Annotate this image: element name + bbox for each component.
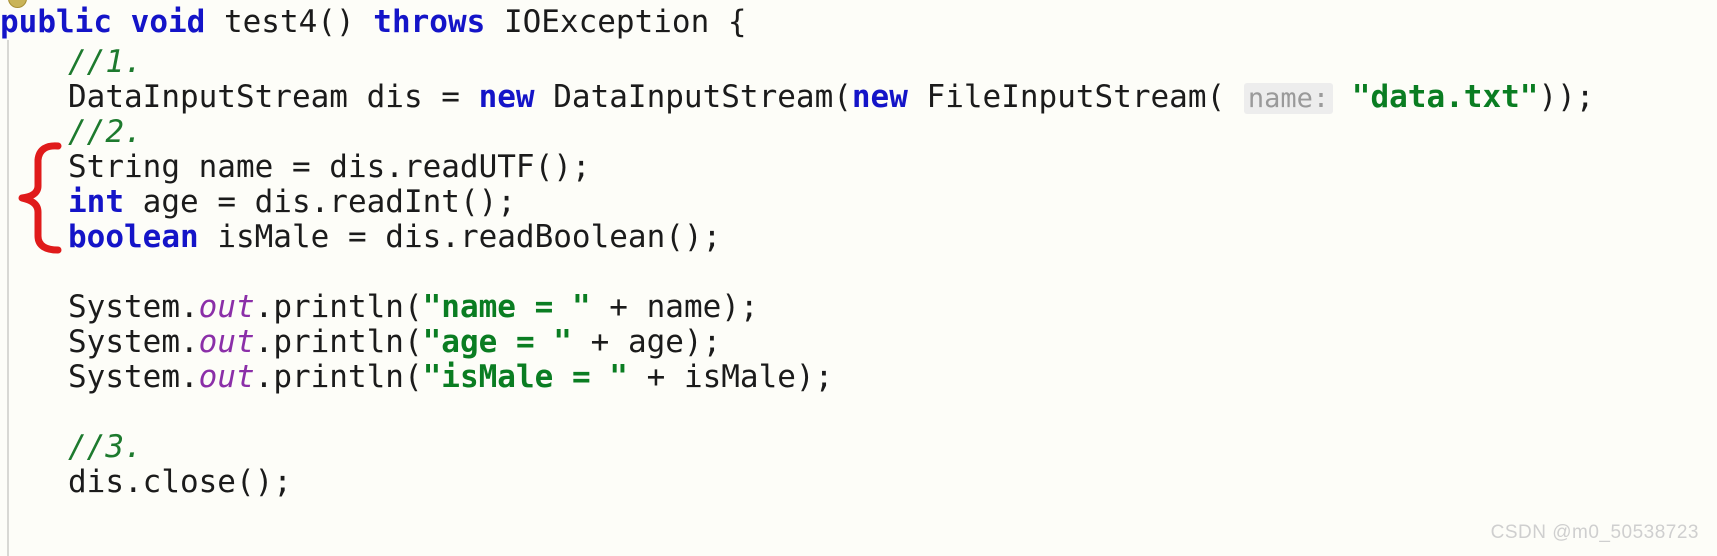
line-datainputstream-token-1: new (478, 79, 535, 115)
line-println-age[interactable]: System.out.println("age = " + age); (0, 324, 721, 360)
line-read-boolean-token-1: isMale = dis.readBoolean(); (198, 219, 722, 255)
line-close-token-0: dis.close(); (68, 464, 292, 500)
line-println-ismale-token-4: + isMale); (627, 359, 834, 395)
line-signature-token-4: test4() (223, 4, 374, 40)
line-signature[interactable]: public void test4() throws IOException { (0, 4, 747, 40)
code-editor-screenshot: public void test4() throws IOException {… (0, 0, 1717, 556)
line-comment-2[interactable]: //2. (0, 114, 143, 150)
line-println-ismale[interactable]: System.out.println("isMale = " + isMale)… (0, 359, 833, 395)
line-datainputstream-token-0: DataInputStream dis = (68, 79, 479, 115)
line-signature-token-1 (112, 4, 131, 40)
line-println-name-token-2: .println( (254, 289, 423, 325)
line-comment-1-token-0: //1. (68, 44, 143, 80)
line-read-int-token-0: int (68, 184, 124, 220)
line-datainputstream-token-5: name: (1243, 83, 1334, 114)
line-println-name-token-0: System. (68, 289, 199, 325)
line-datainputstream[interactable]: DataInputStream dis = new DataInputStrea… (0, 79, 1594, 117)
line-read-boolean[interactable]: boolean isMale = dis.readBoolean(); (0, 219, 721, 255)
line-println-ismale-token-1: out (198, 359, 255, 395)
line-datainputstream-token-6 (1333, 79, 1352, 115)
line-println-name-token-4: + name); (590, 289, 759, 325)
line-datainputstream-token-3: new (851, 79, 908, 115)
line-signature-token-2: void (130, 4, 206, 40)
line-datainputstream-token-4: FileInputStream( (907, 79, 1244, 115)
line-comment-2-token-0: //2. (68, 114, 143, 150)
line-read-int[interactable]: int age = dis.readInt(); (0, 184, 516, 220)
line-read-utf[interactable]: String name = dis.readUTF(); (0, 149, 591, 185)
line-println-name-token-1: out (198, 289, 255, 325)
line-println-ismale-token-0: System. (68, 359, 199, 395)
line-signature-token-5: throws (373, 4, 486, 40)
line-println-age-token-1: out (198, 324, 255, 360)
line-println-ismale-token-3: "isMale = " (422, 359, 628, 395)
line-read-utf-token-0: String name = dis.readUTF(); (68, 149, 591, 185)
line-println-age-token-0: System. (68, 324, 199, 360)
line-read-int-token-1: age = dis.readInt(); (124, 184, 516, 220)
line-close[interactable]: dis.close(); (0, 464, 292, 500)
line-datainputstream-token-8: )); (1538, 79, 1595, 115)
line-println-age-token-2: .println( (254, 324, 423, 360)
line-println-name-token-3: "name = " (422, 289, 591, 325)
line-signature-token-6: IOException { (485, 4, 747, 40)
line-comment-3[interactable]: //3. (0, 429, 143, 465)
line-comment-3-token-0: //3. (68, 429, 143, 465)
csdn-watermark: CSDN @m0_50538723 (1490, 522, 1699, 543)
line-signature-token-3 (205, 4, 224, 40)
line-datainputstream-token-7: "data.txt" (1351, 79, 1539, 115)
line-println-age-token-4: + age); (571, 324, 722, 360)
line-println-age-token-3: "age = " (422, 324, 572, 360)
line-read-boolean-token-0: boolean (68, 219, 199, 255)
line-datainputstream-token-2: DataInputStream( (534, 79, 852, 115)
line-println-ismale-token-2: .println( (254, 359, 423, 395)
line-comment-1[interactable]: //1. (0, 44, 143, 80)
line-signature-token-0: public (0, 4, 112, 40)
line-println-name[interactable]: System.out.println("name = " + name); (0, 289, 759, 325)
